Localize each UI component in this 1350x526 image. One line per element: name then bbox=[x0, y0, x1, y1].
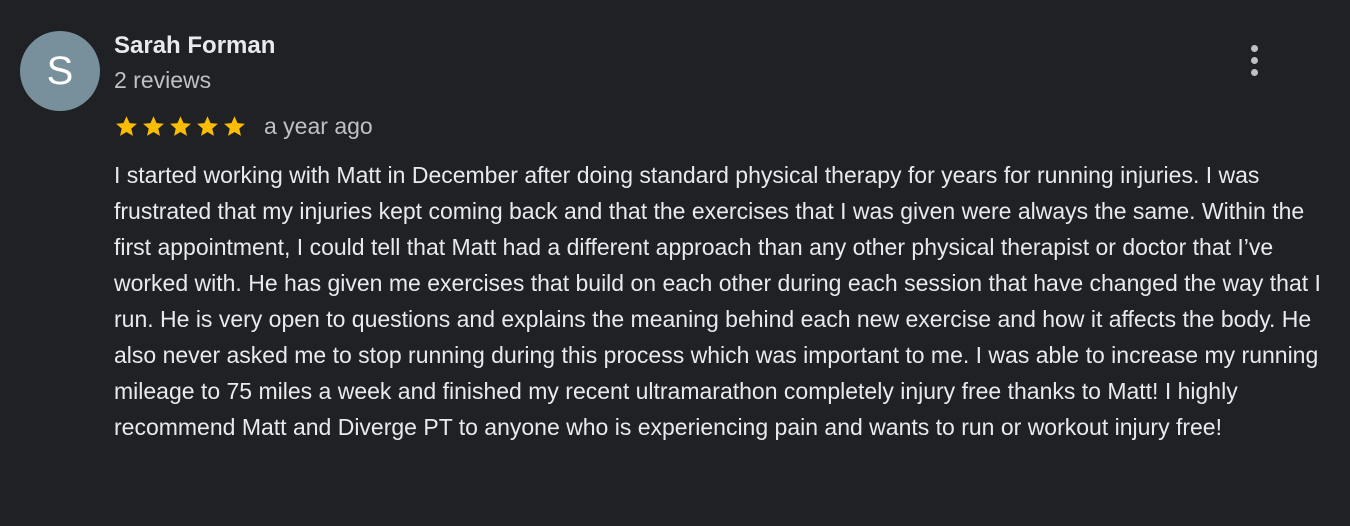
review-count[interactable]: 2 reviews bbox=[114, 66, 211, 94]
star-icon bbox=[197, 115, 218, 136]
star-icon bbox=[116, 115, 137, 136]
avatar[interactable]: S bbox=[20, 31, 100, 111]
star-rating bbox=[114, 114, 247, 139]
author-name[interactable]: Sarah Forman bbox=[114, 32, 275, 60]
review-text: I started working with Matt in December … bbox=[114, 162, 1321, 440]
star-icon bbox=[143, 115, 164, 136]
more-options-button[interactable] bbox=[1234, 38, 1274, 82]
more-vert-icon bbox=[1250, 44, 1258, 76]
avatar-initial: S bbox=[46, 48, 74, 93]
star-icon bbox=[224, 115, 245, 136]
rating-row: a year ago bbox=[114, 110, 373, 142]
review-date: a year ago bbox=[264, 112, 373, 139]
review-card: S Sarah Forman 2 reviews a year ago I st… bbox=[0, 0, 1350, 526]
star-icon bbox=[170, 115, 191, 136]
